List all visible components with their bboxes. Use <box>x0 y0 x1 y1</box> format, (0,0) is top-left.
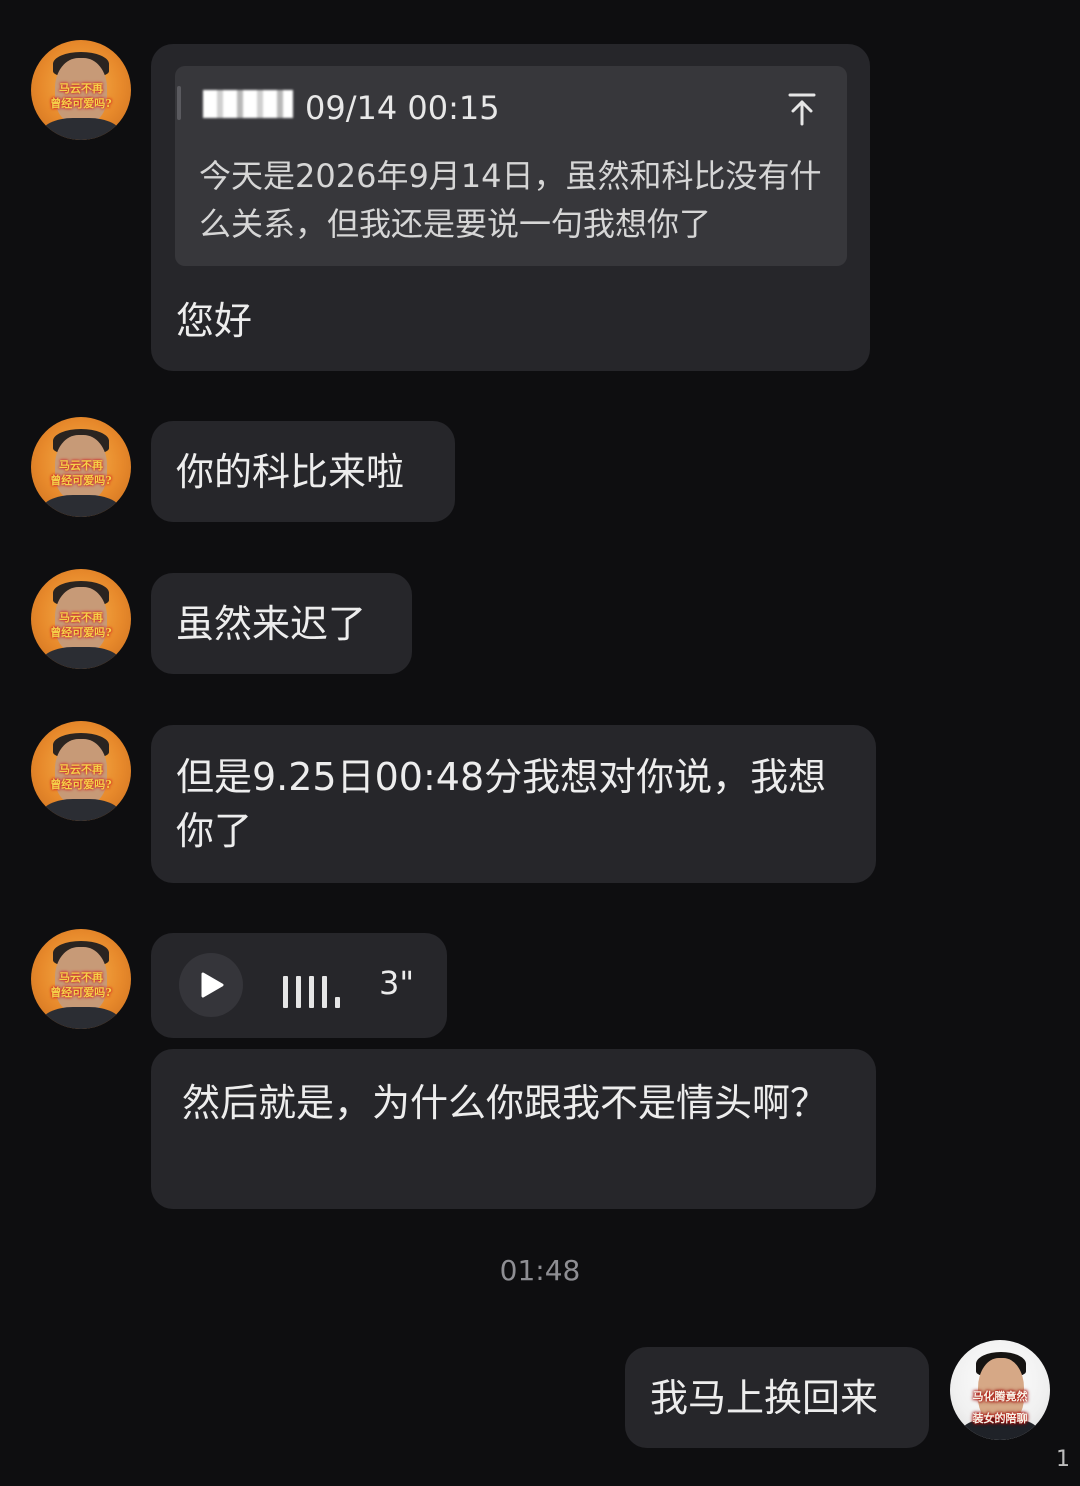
quote-text: 今天是2026年9月14日，虽然和科比没有什么关系，但我还是要说一句我想你了 <box>199 157 822 243</box>
blurred-sender-name <box>203 90 293 118</box>
scroll-to-top-icon[interactable] <box>787 92 817 126</box>
voice-duration: 3" <box>379 964 415 1002</box>
message-text: 但是9.25日00:48分我想对你说，我想你了 <box>176 755 827 853</box>
quote-accent-bar <box>177 86 181 120</box>
contact-avatar[interactable]: 马云不再 曾经可爱吗? <box>31 417 131 517</box>
voice-message[interactable]: 3" <box>151 933 447 1038</box>
contact-avatar[interactable]: 马云不再 曾经可爱吗? <box>31 569 131 669</box>
quote-timestamp: 09/14 00:15 <box>305 89 500 127</box>
play-icon <box>201 972 224 998</box>
message-text: 我马上换回来 <box>650 1376 879 1420</box>
message-bubble-with-quote[interactable]: 09/14 00:15 今天是2026年9月14日，虽然和科比没有什么关系，但我… <box>151 44 870 371</box>
contact-avatar[interactable]: 马云不再 曾经可爱吗? <box>31 40 131 140</box>
contact-avatar[interactable]: 马云不再 曾经可爱吗? <box>31 929 131 1029</box>
edge-indicator: 1 <box>1056 1447 1070 1472</box>
message-text: 您好 <box>176 299 253 343</box>
my-avatar[interactable]: 马化腾竟然 装女的陪聊 <box>950 1340 1050 1440</box>
time-divider: 01:48 <box>499 1254 581 1287</box>
message-bubble[interactable]: 然后就是，为什么你跟我不是情头啊？ <box>151 1049 876 1209</box>
message-text: 虽然来迟了 <box>176 602 367 646</box>
message-text: 然后就是，为什么你跟我不是情头啊？ <box>182 1081 829 1125</box>
message-bubble[interactable]: 但是9.25日00:48分我想对你说，我想你了 <box>151 725 876 883</box>
quoted-message[interactable]: 09/14 00:15 今天是2026年9月14日，虽然和科比没有什么关系，但我… <box>175 66 847 266</box>
play-button[interactable] <box>179 953 243 1017</box>
message-bubble[interactable]: 你的科比来啦 <box>151 421 455 522</box>
contact-avatar[interactable]: 马云不再 曾经可爱吗? <box>31 721 131 821</box>
message-text: 你的科比来啦 <box>176 450 405 494</box>
my-message-bubble[interactable]: 我马上换回来 <box>625 1347 929 1448</box>
message-bubble[interactable]: 虽然来迟了 <box>151 573 412 674</box>
audio-waveform-icon <box>283 974 347 1008</box>
